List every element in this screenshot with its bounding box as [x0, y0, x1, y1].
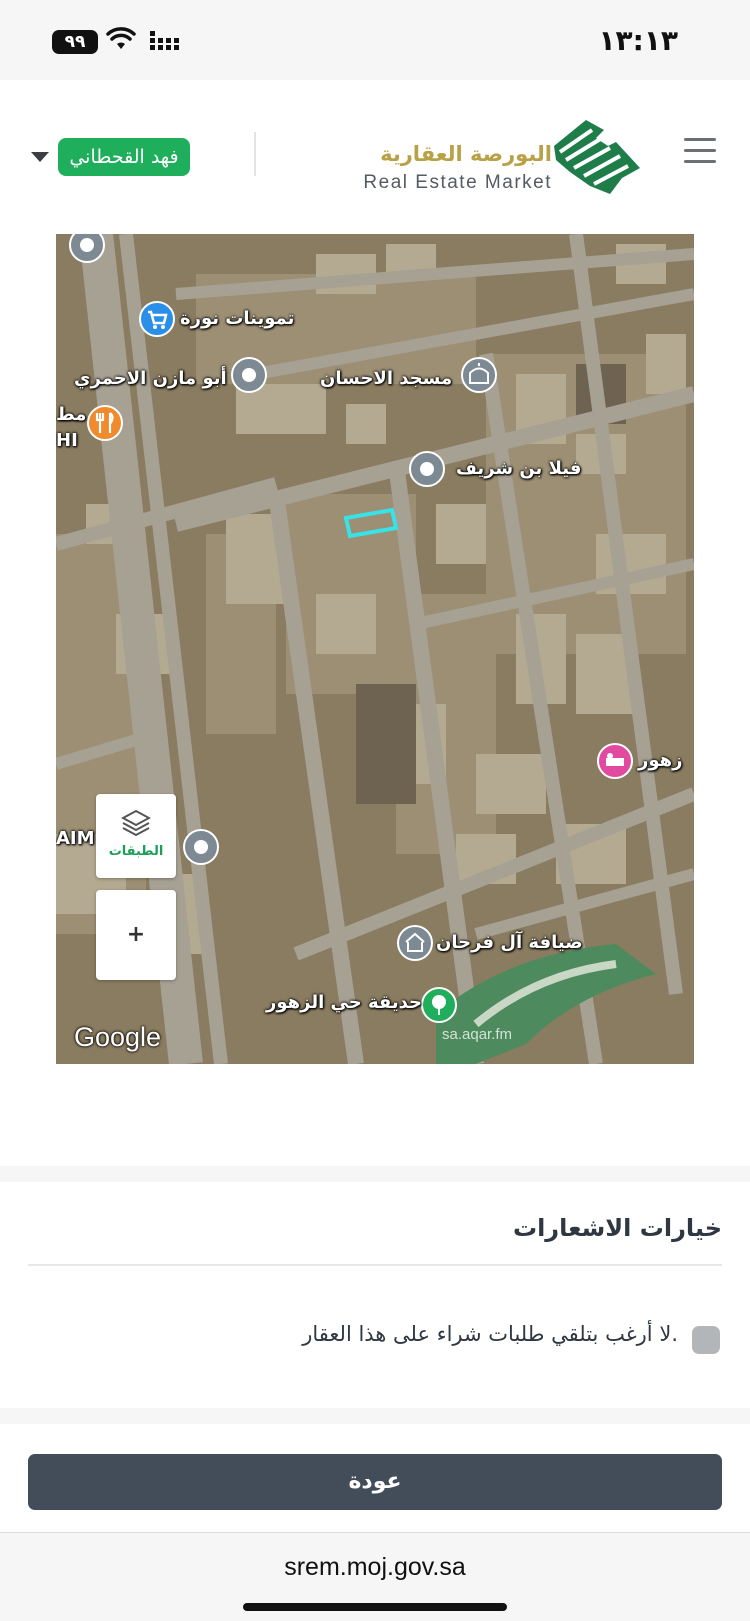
map-label-diyafa: ضيافة آل فرحان	[436, 932, 583, 953]
battery-icon: ٩٩	[52, 30, 98, 54]
layers-icon	[121, 809, 151, 837]
back-button[interactable]: عودة	[28, 1454, 722, 1510]
location-pin-icon[interactable]	[182, 828, 220, 866]
map-label-aim: AIM	[56, 828, 95, 849]
map-layers-button[interactable]: الطبقات	[96, 794, 176, 878]
guest-house-icon[interactable]	[396, 924, 434, 962]
location-pin-icon[interactable]	[408, 450, 446, 488]
map-label-hi: HI	[56, 430, 78, 451]
map-layers-label: الطبقات	[108, 844, 164, 859]
map-label-tamweenat: تموينات نورة	[180, 308, 295, 329]
saudi-map-logo-icon	[554, 120, 640, 194]
no-purchase-requests-checkbox[interactable]	[692, 1326, 720, 1354]
browser-url-bar[interactable]: srem.moj.gov.sa	[0, 1532, 750, 1621]
restaurant-icon[interactable]	[86, 404, 124, 442]
location-pin-icon[interactable]	[68, 234, 106, 264]
hamburger-menu-icon[interactable]	[684, 138, 716, 164]
grocery-cart-icon[interactable]	[138, 300, 176, 338]
page-footer: عودة	[0, 1424, 750, 1532]
chevron-down-icon[interactable]	[31, 152, 49, 162]
mosque-icon[interactable]	[460, 356, 498, 394]
google-logo: Google	[74, 1022, 162, 1052]
map-watermark: sa.aqar.fm	[442, 1026, 513, 1043]
url-text: srem.moj.gov.sa	[284, 1553, 466, 1581]
hotel-icon[interactable]	[596, 742, 634, 780]
park-icon[interactable]	[420, 986, 458, 1024]
status-bar: ٩٩ ١٣:١٣	[0, 0, 750, 80]
section-divider	[28, 1264, 722, 1266]
map-label-garden: حديقة حي الزهور	[266, 992, 422, 1013]
clock: ١٣:١٣	[598, 24, 678, 57]
logo-english-text: Real Estate Market	[363, 172, 552, 193]
no-purchase-requests-label: لا أرغب بتلقي طلبات شراء على هذا العقار.	[302, 1322, 678, 1346]
header-divider	[254, 132, 256, 176]
logo-arabic-text: البورصة العقارية	[380, 142, 552, 166]
signal-icon	[150, 31, 179, 50]
map-label-villa: فيلا بن شريف	[456, 458, 582, 479]
property-map[interactable]: تموينات نورة أبو مازن الاحمري مسجد الاحس…	[56, 234, 694, 1064]
notification-options-title: خيارات الاشعارات	[512, 1214, 722, 1242]
home-indicator[interactable]	[243, 1603, 507, 1611]
property-parcel[interactable]	[342, 504, 400, 544]
wifi-icon	[106, 27, 136, 49]
notification-options-card: خيارات الاشعارات لا أرغب بتلقي طلبات شرا…	[0, 1182, 750, 1408]
user-name-badge[interactable]: فهد القحطاني	[58, 138, 190, 176]
map-label-zuhur: زهور	[638, 750, 683, 771]
zoom-in-button[interactable]: +	[96, 890, 176, 980]
map-label-mat: مط	[56, 404, 87, 425]
map-label-abu-mazen: أبو مازن الاحمري	[74, 368, 227, 389]
location-pin-icon[interactable]	[230, 356, 268, 394]
map-label-mosque: مسجد الاحسان	[320, 368, 453, 389]
